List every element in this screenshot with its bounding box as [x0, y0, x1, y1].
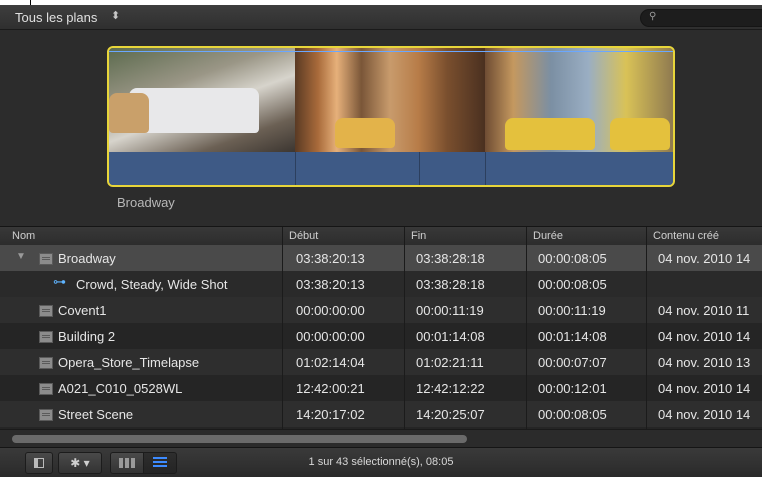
column-header-duration[interactable]: Durée [533, 230, 563, 242]
clip-icon [39, 305, 53, 317]
popup-arrow-icon[interactable]: ⬍ [111, 9, 120, 22]
key-icon: ⊶ [53, 274, 66, 289]
disclosure-triangle-icon[interactable]: ▼ [16, 251, 26, 262]
filmstrip-frame [109, 48, 295, 152]
scrollbar-thumb[interactable] [12, 435, 467, 443]
keyword-range-line [109, 51, 673, 52]
search-field[interactable]: ⚲ [640, 9, 762, 27]
column-header-end[interactable]: Fin [411, 230, 426, 242]
column-header-name[interactable]: Nom [12, 230, 35, 242]
clip-list: Nom Début Fin Durée Contenu créé ▼ Broad… [0, 226, 762, 429]
clip-filmstrip[interactable] [107, 46, 675, 187]
clip-icon [39, 409, 53, 421]
table-row[interactable]: Street Scene 14:20:17:02 14:20:25:07 00:… [0, 401, 762, 427]
clip-icon [39, 331, 53, 343]
clip-icon [39, 383, 53, 395]
event-browser: Tous les plans ⬍ ⚲ Broadway Nom Début Fi… [0, 5, 762, 477]
table-row[interactable]: ▼ Broadway 03:38:20:13 03:38:28:18 00:00… [0, 245, 762, 271]
clip-name-label: Broadway [117, 195, 175, 210]
horizontal-scrollbar[interactable] [0, 429, 762, 447]
clip-filter-popup[interactable]: Tous les plans [15, 10, 97, 25]
column-header-start[interactable]: Début [289, 230, 318, 242]
table-row[interactable]: Building 2 00:00:00:00 00:01:14:08 00:01… [0, 323, 762, 349]
filmstrip-frame [485, 48, 673, 152]
browser-bottom-bar: ✱ ▾ 1 sur 43 sélectionné(s), 08:05 [0, 447, 762, 477]
browser-toolbar: Tous les plans ⬍ ⚲ [0, 5, 762, 30]
table-row[interactable]: A021_C010_0528WL 12:42:00:21 12:42:12:22… [0, 375, 762, 401]
filmstrip-area: Broadway [0, 30, 762, 228]
clip-icon [39, 357, 53, 369]
list-header: Nom Début Fin Durée Contenu créé [0, 226, 762, 246]
keyword-row[interactable]: ⊶ Crowd, Steady, Wide Shot 03:38:20:13 0… [0, 271, 762, 297]
filmstrip-frame [295, 48, 485, 152]
column-header-content-created[interactable]: Contenu créé [653, 230, 719, 242]
search-icon: ⚲ [649, 11, 657, 22]
audio-waveform [109, 152, 673, 185]
selection-status: 1 sur 43 sélectionné(s), 08:05 [308, 456, 454, 468]
table-row[interactable]: Opera_Store_Timelapse 01:02:14:04 01:02:… [0, 349, 762, 375]
clip-icon [39, 253, 53, 265]
table-row[interactable]: Covent1 00:00:00:00 00:00:11:19 00:00:11… [0, 297, 762, 323]
